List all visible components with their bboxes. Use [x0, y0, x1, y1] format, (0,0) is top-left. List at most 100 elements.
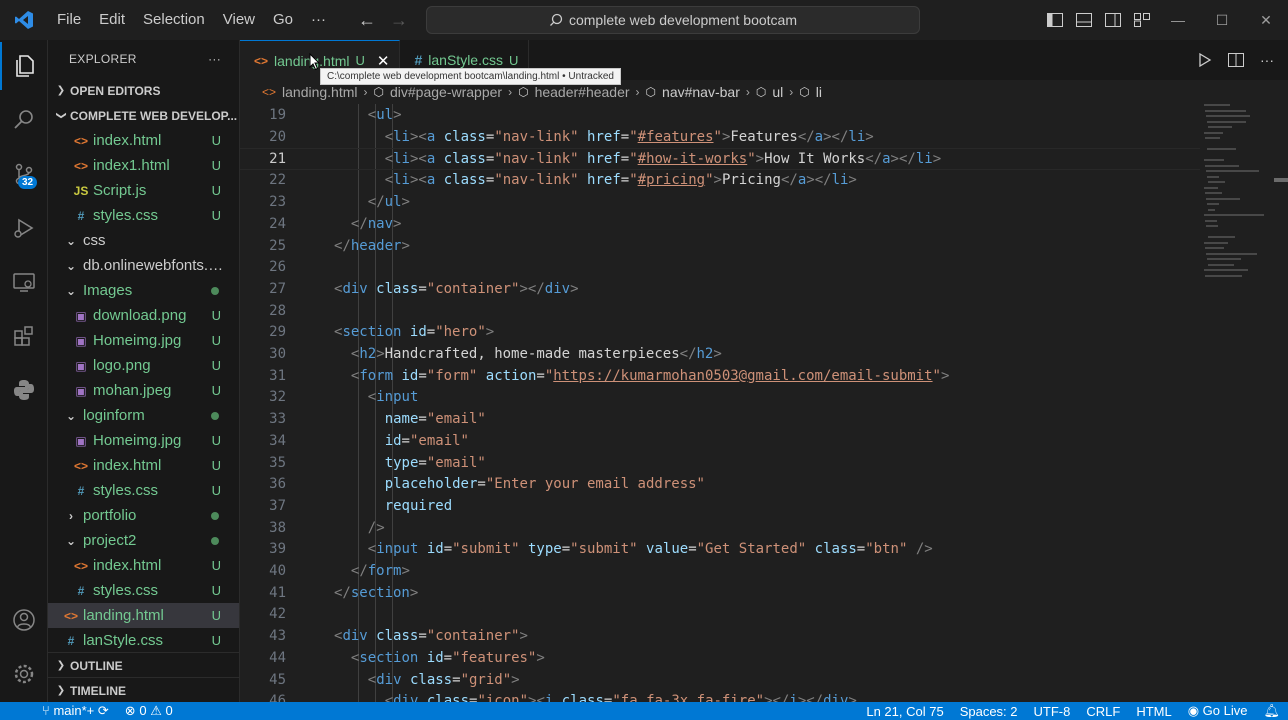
tree-file[interactable]: JS Script.js U [48, 178, 239, 203]
code-line[interactable]: 43 <div class="container"> [240, 625, 1200, 647]
code-line[interactable]: 27 <div class="container"></div> [240, 278, 1200, 300]
tree-file[interactable]: ▣ download.png U [48, 303, 239, 328]
code-line[interactable]: 29 <section id="hero"> [240, 322, 1200, 344]
code-line[interactable]: 37 required [240, 495, 1200, 517]
tree-file[interactable]: # styles.css U [48, 478, 239, 503]
explorer-more-icon[interactable]: ··· [208, 52, 221, 66]
toggle-panel-icon[interactable] [1069, 0, 1098, 40]
tree-folder[interactable]: ⌄ loginform [48, 403, 239, 428]
cursor-position[interactable]: Ln 21, Col 75 [858, 704, 951, 719]
code-line[interactable]: 21 <li><a class="nav-link" href="#how-it-… [240, 147, 1200, 170]
code-line[interactable]: 20 <li><a class="nav-link" href="#feature… [240, 126, 1200, 148]
breadcrumb-item[interactable]: nav#nav-bar [662, 84, 740, 100]
tree-file[interactable]: ▣ Homeimg.jpg U [48, 328, 239, 353]
menu-item[interactable]: Edit [90, 0, 134, 40]
indentation[interactable]: Spaces: 2 [952, 704, 1026, 719]
code-line[interactable]: 19 <ul> [240, 105, 1200, 127]
maximize-icon[interactable]: ☐ [1200, 0, 1244, 40]
code-line[interactable]: 39 <input id="submit" type="submit" value… [240, 539, 1200, 561]
menu-item[interactable]: View [214, 0, 264, 40]
back-arrow-icon[interactable]: ← [358, 10, 376, 31]
language-mode[interactable]: HTML [1128, 704, 1179, 719]
tree-file[interactable]: <> index.html U [48, 128, 239, 153]
code-line[interactable]: 26 [240, 256, 1200, 278]
menu-item[interactable]: Go [264, 0, 302, 40]
menu-item[interactable]: Selection [134, 0, 214, 40]
notifications-bell-icon[interactable]: 🔔︎ [1255, 703, 1288, 719]
forward-arrow-icon[interactable]: → [390, 10, 408, 31]
code-line[interactable]: 32 <input [240, 387, 1200, 409]
open-editors-section[interactable]: ❯ OPEN EDITORS [48, 78, 239, 103]
search-icon[interactable] [0, 96, 48, 144]
end-of-line[interactable]: CRLF [1078, 704, 1128, 719]
split-editor-icon[interactable] [1228, 53, 1244, 67]
code-line[interactable]: 36 placeholder="Enter your email address" [240, 473, 1200, 495]
remote-explorer-icon[interactable] [0, 258, 48, 306]
python-icon[interactable] [0, 366, 48, 414]
tree-folder[interactable]: › portfolio [48, 503, 239, 528]
extensions-icon[interactable] [0, 312, 48, 360]
breadcrumb-item[interactable]: header#header [535, 84, 630, 100]
code-line[interactable]: 38 /> [240, 517, 1200, 539]
code-line[interactable]: 25 </header> [240, 235, 1200, 257]
minimap[interactable] [1200, 104, 1274, 284]
menu-item[interactable]: ··· [302, 0, 335, 40]
settings-gear-icon[interactable] [0, 650, 48, 698]
code-line[interactable]: 46 <div class="icon"><i class="fa fa-3x f… [240, 690, 1200, 702]
code-line[interactable]: 28 [240, 300, 1200, 322]
outline-section[interactable]: ❯ OUTLINE [48, 652, 239, 678]
toggle-secondary-sidebar-icon[interactable] [1098, 0, 1127, 40]
scrollbar-thumb[interactable] [1274, 178, 1288, 182]
code-line[interactable]: 42 [240, 604, 1200, 626]
code-line[interactable]: 33 name="email" [240, 408, 1200, 430]
source-control-icon[interactable]: 32 [0, 150, 48, 198]
breadcrumb-item[interactable]: landing.html [282, 84, 358, 100]
tree-file[interactable]: ▣ logo.png U [48, 353, 239, 378]
timeline-section[interactable]: ❯ TIMELINE [48, 677, 239, 702]
tree-file[interactable]: # styles.css U [48, 578, 239, 603]
code-editor[interactable]: 19 <ul> 20 <li><a class="nav-link" href="#f… [240, 104, 1288, 702]
tree-file[interactable]: <> index.html U [48, 553, 239, 578]
toggle-sidebar-icon[interactable] [1040, 0, 1069, 40]
command-center[interactable]: complete web development bootcam [426, 6, 920, 34]
code-line[interactable]: 22 <li><a class="nav-link" href="#pricing… [240, 170, 1200, 192]
code-line[interactable]: 40 </form> [240, 560, 1200, 582]
code-line[interactable]: 30 <h2>Handcrafted, home-made masterpiece… [240, 343, 1200, 365]
tree-folder[interactable]: ⌄ project2 [48, 528, 239, 553]
menu-item[interactable]: File [48, 0, 90, 40]
code-line[interactable]: 45 <div class="grid"> [240, 669, 1200, 691]
go-live-button[interactable]: ◉ Go Live [1180, 703, 1256, 719]
tree-folder[interactable]: ⌄ css [48, 228, 239, 253]
run-icon[interactable] [1198, 53, 1212, 67]
tree-file[interactable]: <> landing.html U [48, 603, 239, 628]
code-line[interactable]: 41 </section> [240, 582, 1200, 604]
customize-layout-icon[interactable] [1127, 0, 1156, 40]
breadcrumb-item[interactable]: div#page-wrapper [390, 84, 502, 100]
tree-file[interactable]: # styles.css U [48, 203, 239, 228]
breadcrumb-item[interactable]: li [816, 84, 822, 100]
branch-item[interactable]: ⑂ main*+ ⟳ [12, 703, 117, 719]
explorer-icon[interactable] [0, 42, 48, 90]
code-line[interactable]: 24 </nav> [240, 213, 1200, 235]
breadcrumb-item[interactable]: ul [772, 84, 783, 100]
tree-file[interactable]: <> index.html U [48, 453, 239, 478]
code-line[interactable]: 35 type="email" [240, 452, 1200, 474]
code-line[interactable]: 23 </ul> [240, 191, 1200, 213]
tree-file[interactable]: # lanStyle.css U [48, 628, 239, 653]
tree-folder[interactable]: ⌄ Images [48, 278, 239, 303]
more-actions-icon[interactable]: ··· [1260, 52, 1274, 68]
code-line[interactable]: 34 id="email" [240, 430, 1200, 452]
close-tab-icon[interactable]: ✕ [377, 52, 390, 70]
tree-folder[interactable]: ⌄ db.onlinewebfonts.co... [48, 253, 239, 278]
problems-item[interactable]: ⊗ 0 ⚠ 0 [117, 703, 181, 719]
tree-file[interactable]: ▣ Homeimg.jpg U [48, 428, 239, 453]
encoding[interactable]: UTF-8 [1026, 704, 1079, 719]
code-line[interactable]: 44 <section id="features"> [240, 647, 1200, 669]
close-window-icon[interactable]: ✕ [1244, 0, 1288, 40]
run-debug-icon[interactable] [0, 204, 48, 252]
code-line[interactable]: 31 <form id="form" action="https://kumarm… [240, 365, 1200, 387]
minimize-icon[interactable]: — [1156, 0, 1200, 40]
account-icon[interactable] [0, 596, 48, 644]
tree-file[interactable]: <> index1.html U [48, 153, 239, 178]
tree-file[interactable]: ▣ mohan.jpeg U [48, 378, 239, 403]
